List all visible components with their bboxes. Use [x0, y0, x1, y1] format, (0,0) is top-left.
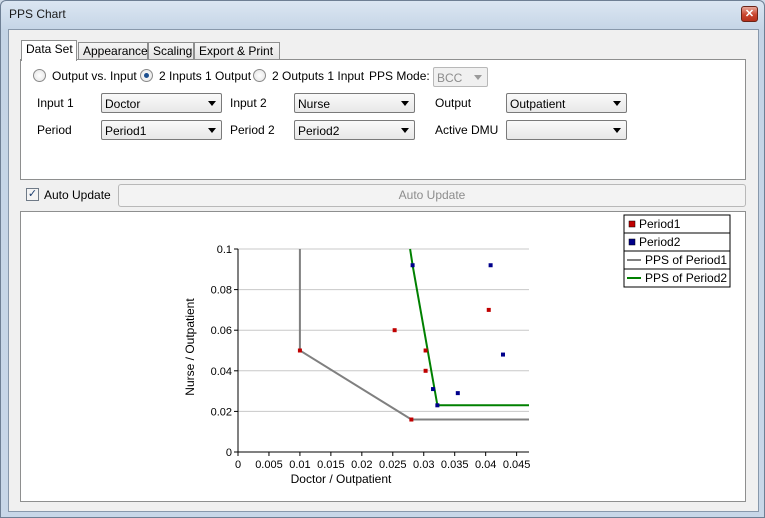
data-set-panel: Output vs. Input 2 Inputs 1 Output 2 Out… — [20, 59, 746, 180]
data-point — [410, 263, 415, 268]
x-tick-label: 0.01 — [289, 459, 310, 471]
x-tick-label: 0.035 — [441, 459, 469, 471]
x-tick-label: 0 — [235, 459, 241, 471]
output-select[interactable]: Outpatient — [506, 93, 627, 113]
data-point — [392, 328, 397, 333]
legend-label: Period2 — [639, 235, 681, 249]
chevron-down-icon — [401, 128, 409, 133]
tab-scaling[interactable]: Scaling — [148, 42, 194, 60]
auto-update-button[interactable]: Auto Update — [118, 184, 746, 207]
radio-output-vs-input-label: Output vs. Input — [52, 69, 137, 83]
data-point — [409, 417, 414, 422]
y-axis-label: Nurse / Outpatient — [183, 298, 197, 396]
x-tick-label: 0.04 — [475, 459, 496, 471]
input1-label: Input 1 — [37, 96, 74, 110]
input2-label: Input 2 — [230, 96, 267, 110]
radio-2-outputs-1-input[interactable] — [253, 69, 266, 82]
title-bar[interactable]: PPS Chart ✕ — [1, 1, 764, 27]
y-tick-label: 0.02 — [211, 406, 232, 418]
input2-select[interactable]: Nurse — [294, 93, 415, 113]
legend-label: PPS of Period1 — [645, 253, 727, 267]
tab-appearance[interactable]: Appearance — [78, 42, 148, 60]
tab-export-print[interactable]: Export & Print — [194, 42, 280, 60]
legend-label: PPS of Period2 — [645, 271, 727, 285]
active-dmu-label: Active DMU — [435, 123, 499, 137]
y-tick-label: 0 — [226, 447, 232, 459]
period-label: Period — [37, 123, 72, 137]
period2-label: Period 2 — [230, 123, 275, 137]
y-tick-label: 0.06 — [211, 325, 232, 337]
window-title: PPS Chart — [9, 7, 66, 21]
legend-marker — [628, 220, 636, 228]
x-tick-label: 0.03 — [413, 459, 434, 471]
y-tick-label: 0.1 — [217, 244, 232, 256]
x-tick-label: 0.02 — [351, 459, 372, 471]
x-tick-label: 0.015 — [317, 459, 345, 471]
data-point — [486, 307, 491, 312]
pps-mode-label: PPS Mode: — [369, 69, 430, 83]
y-tick-label: 0.08 — [211, 285, 232, 297]
client-area: Data Set Appearance Scaling Export & Pri… — [8, 29, 759, 512]
period2-value: Period2 — [298, 124, 340, 138]
radio-output-vs-input[interactable] — [33, 69, 46, 82]
chevron-down-icon — [208, 128, 216, 133]
close-button[interactable]: ✕ — [741, 6, 758, 22]
chevron-down-icon — [208, 101, 216, 106]
auto-update-checkbox[interactable]: ✓ — [26, 188, 39, 201]
pps-mode-value: BCC — [437, 71, 463, 85]
data-point — [455, 391, 460, 396]
chevron-down-icon — [613, 101, 621, 106]
x-tick-label: 0.005 — [255, 459, 283, 471]
x-axis-label: Doctor / Outpatient — [291, 472, 392, 486]
pps-mode-select[interactable]: BCC — [433, 67, 488, 87]
y-tick-label: 0.04 — [211, 366, 232, 378]
chevron-down-icon — [401, 101, 409, 106]
data-point — [423, 368, 428, 373]
x-tick-label: 0.025 — [379, 459, 407, 471]
pps-chart-window: PPS Chart ✕ Data Set Appearance Scaling … — [0, 0, 765, 518]
data-point — [500, 352, 505, 357]
series-line — [409, 248, 529, 407]
period2-select[interactable]: Period2 — [294, 120, 415, 140]
data-point — [297, 348, 302, 353]
output-value: Outpatient — [510, 97, 566, 111]
period-select[interactable]: Period1 — [101, 120, 222, 140]
pps-chart: 0 0.02 0.04 0.06 0.08 0.1 0 0.005 0.01 0.015 0.02 0… — [183, 214, 731, 486]
data-point — [435, 403, 440, 408]
legend-marker — [628, 238, 636, 246]
chevron-down-icon — [474, 75, 482, 80]
data-point — [431, 387, 436, 392]
x-tick-label: 0.045 — [503, 459, 531, 471]
radio-2-inputs-1-output[interactable] — [140, 69, 153, 82]
input2-value: Nurse — [298, 97, 331, 111]
legend-label: Period1 — [639, 217, 681, 231]
chevron-down-icon — [613, 128, 621, 133]
tab-data-set[interactable]: Data Set — [21, 40, 77, 61]
period-value: Period1 — [105, 124, 147, 138]
output-label: Output — [435, 96, 472, 110]
data-point — [488, 263, 493, 268]
active-dmu-select[interactable] — [506, 120, 627, 140]
radio-2-inputs-1-output-label: 2 Inputs 1 Output — [159, 69, 252, 83]
input1-value: Doctor — [105, 97, 141, 111]
data-point — [423, 348, 428, 353]
radio-2-outputs-1-input-label: 2 Outputs 1 Input — [272, 69, 365, 83]
chart-area: 0 0.02 0.04 0.06 0.08 0.1 0 0.005 0.01 0.015 0.02 0… — [20, 211, 746, 502]
auto-update-checkbox-label: Auto Update — [44, 188, 111, 202]
input1-select[interactable]: Doctor — [101, 93, 222, 113]
